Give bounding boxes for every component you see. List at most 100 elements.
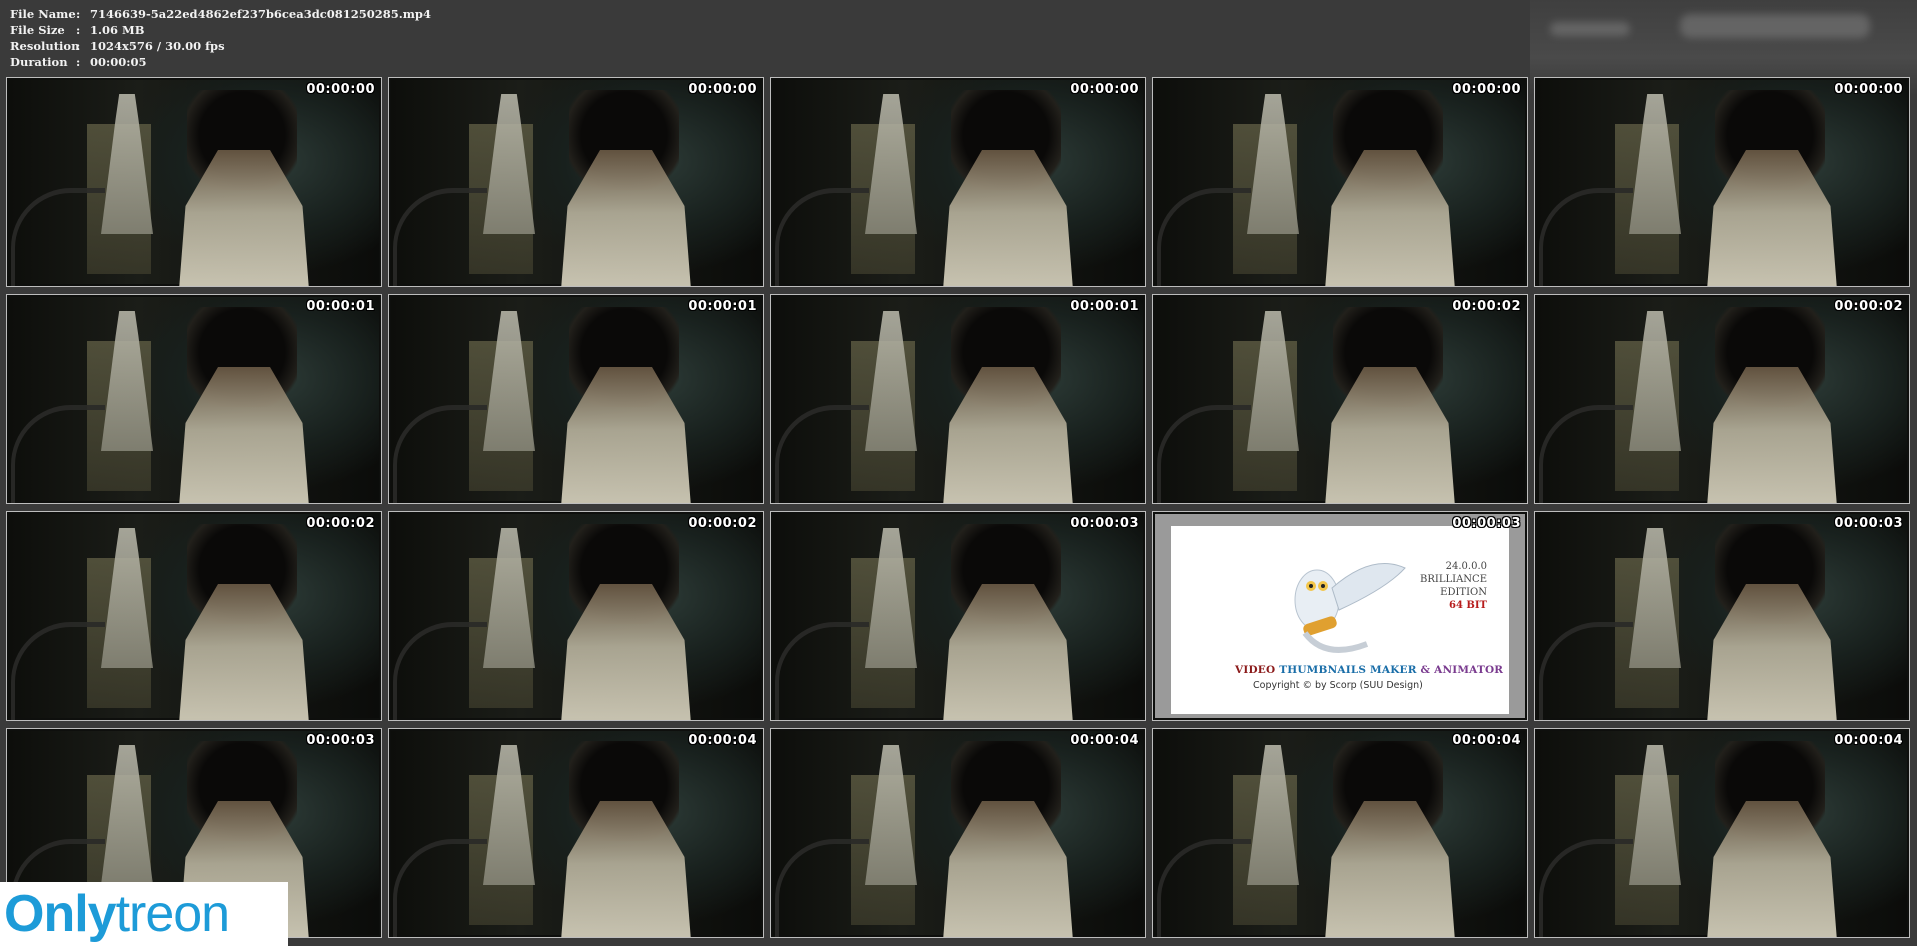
- video-thumbnail[interactable]: 00:00:01: [770, 294, 1146, 504]
- video-frame: [1537, 297, 1907, 503]
- logo-text-treon: treon: [115, 885, 231, 943]
- separator: :: [76, 23, 81, 37]
- video-thumbnail[interactable]: 00:00:04: [770, 728, 1146, 938]
- separator: :: [76, 39, 81, 53]
- ad-version: 24.0.0.0: [1445, 561, 1487, 572]
- ad-copyright: Copyright © by Scorp (SUU Design): [1253, 680, 1423, 691]
- bed-frame: [11, 622, 105, 720]
- video-frame: [1155, 80, 1525, 286]
- thumbnail-timestamp: 00:00:01: [1070, 299, 1139, 314]
- ad-background: 24.0.0.0 BRILLIANCE EDITION 64 BIT VIDEO…: [1155, 514, 1525, 718]
- bed-frame: [1539, 839, 1633, 937]
- video-thumbnail[interactable]: 00:00:02: [6, 511, 382, 721]
- thumbnail-timestamp: 00:00:02: [1452, 299, 1521, 314]
- video-thumbnail[interactable]: 00:00:04: [1152, 728, 1528, 938]
- video-thumbnail[interactable]: 00:00:04: [388, 728, 764, 938]
- bed-frame: [393, 405, 487, 503]
- file-name-label: File Name: [10, 7, 76, 21]
- separator: :: [76, 7, 81, 21]
- video-frame: [773, 80, 1143, 286]
- video-thumbnail[interactable]: 00:00:00: [1534, 77, 1910, 287]
- video-thumbnail[interactable]: 00:00:00: [1152, 77, 1528, 287]
- ad-card: 24.0.0.0 BRILLIANCE EDITION 64 BIT VIDEO…: [1171, 526, 1509, 714]
- resolution-label: Resolution: [10, 39, 80, 53]
- thumbnail-timestamp: 00:00:02: [688, 516, 757, 531]
- resolution-row: Resolution : 1024x576 / 30.00 fps: [10, 38, 431, 54]
- bed-frame: [393, 839, 487, 937]
- bed-frame: [393, 188, 487, 286]
- video-frame: [1537, 731, 1907, 937]
- thumbnail-timestamp: 00:00:03: [1452, 516, 1521, 531]
- thumbnail-timestamp: 00:00:00: [1834, 82, 1903, 97]
- video-frame: [9, 297, 379, 503]
- video-thumbnail[interactable]: 00:00:04: [1534, 728, 1910, 938]
- video-thumbnail[interactable]: 00:00:03: [770, 511, 1146, 721]
- video-frame: [391, 731, 761, 937]
- bed-frame: [11, 405, 105, 503]
- thumbnail-timestamp: 00:00:04: [1070, 733, 1139, 748]
- video-thumbnail[interactable]: 00:00:02: [1534, 294, 1910, 504]
- thumbnail-timestamp: 00:00:00: [688, 82, 757, 97]
- ad-version-block: 24.0.0.0 BRILLIANCE EDITION 64 BIT: [1420, 560, 1487, 612]
- thumbnail-timestamp: 00:00:04: [688, 733, 757, 748]
- video-frame: [391, 297, 761, 503]
- file-size-value: 1.06 MB: [90, 23, 145, 37]
- video-thumbnail[interactable]: 00:00:00: [388, 77, 764, 287]
- thumbnail-grid: 00:00:00 00:00:00 00:00:00 00:00:00 00:0…: [6, 77, 1910, 938]
- ad-title-amp: &: [1420, 664, 1431, 676]
- bed-frame: [1157, 405, 1251, 503]
- bed-frame: [775, 622, 869, 720]
- video-thumbnail[interactable]: 00:00:03: [1534, 511, 1910, 721]
- logo-text-only: Only: [4, 885, 117, 943]
- file-name-row: File Name : 7146639-5a22ed4862ef237b6cea…: [10, 6, 431, 22]
- video-thumbnail[interactable]: 00:00:00: [770, 77, 1146, 287]
- video-thumbnail[interactable]: 00:00:01: [6, 294, 382, 504]
- thumbnail-timestamp: 00:00:03: [1070, 516, 1139, 531]
- thumbnail-timestamp: 00:00:01: [306, 299, 375, 314]
- bed-frame: [775, 839, 869, 937]
- video-thumbnail[interactable]: 00:00:00: [6, 77, 382, 287]
- thumbnail-timestamp: 00:00:01: [688, 299, 757, 314]
- ad-title: VIDEO THUMBNAILS MAKER & ANIMATOR: [1235, 664, 1503, 676]
- ad-bits: 64 BIT: [1449, 600, 1487, 611]
- video-frame: [1537, 80, 1907, 286]
- video-frame: [391, 80, 761, 286]
- video-frame: [391, 514, 761, 720]
- blurred-text: [1550, 22, 1630, 36]
- video-thumbnail[interactable]: 00:00:02: [1152, 294, 1528, 504]
- separator: :: [76, 55, 81, 69]
- thumbnail-timestamp: 00:00:03: [306, 733, 375, 748]
- video-frame: [773, 297, 1143, 503]
- file-size-row: File Size : 1.06 MB: [10, 22, 431, 38]
- duration-label: Duration: [10, 55, 68, 69]
- video-thumbnail[interactable]: 00:00:01: [388, 294, 764, 504]
- thumbnail-timestamp: 00:00:04: [1452, 733, 1521, 748]
- watermark-logo: Only treon: [0, 882, 288, 946]
- video-frame: [9, 80, 379, 286]
- bed-frame: [393, 622, 487, 720]
- ad-title-video: VIDEO: [1235, 664, 1276, 676]
- thumbnail-timestamp: 00:00:00: [306, 82, 375, 97]
- thumbnail-timestamp: 00:00:02: [1834, 299, 1903, 314]
- thumbnail-timestamp: 00:00:00: [1452, 82, 1521, 97]
- bed-frame: [1157, 188, 1251, 286]
- bed-frame: [1539, 188, 1633, 286]
- file-name-value: 7146639-5a22ed4862ef237b6cea3dc081250285…: [90, 7, 431, 21]
- thumbnail-timestamp: 00:00:02: [306, 516, 375, 531]
- thumbnail-timestamp: 00:00:03: [1834, 516, 1903, 531]
- duration-row: Duration : 00:00:05: [10, 54, 431, 70]
- video-thumbnail[interactable]: 00:00:02: [388, 511, 764, 721]
- video-thumbnail[interactable]: 24.0.0.0 BRILLIANCE EDITION 64 BIT VIDEO…: [1152, 511, 1528, 721]
- ad-edition-line2: EDITION: [1440, 587, 1487, 598]
- video-frame: [1155, 731, 1525, 937]
- owl-icon: [1294, 563, 1406, 653]
- blurred-text: [1680, 14, 1870, 38]
- bed-frame: [1157, 839, 1251, 937]
- video-frame: [773, 731, 1143, 937]
- bed-frame: [775, 405, 869, 503]
- file-info-panel: File Name : 7146639-5a22ed4862ef237b6cea…: [10, 6, 431, 70]
- ad-edition-line1: BRILLIANCE: [1420, 574, 1487, 585]
- file-size-label: File Size: [10, 23, 65, 37]
- video-frame: [9, 514, 379, 720]
- bed-frame: [1539, 405, 1633, 503]
